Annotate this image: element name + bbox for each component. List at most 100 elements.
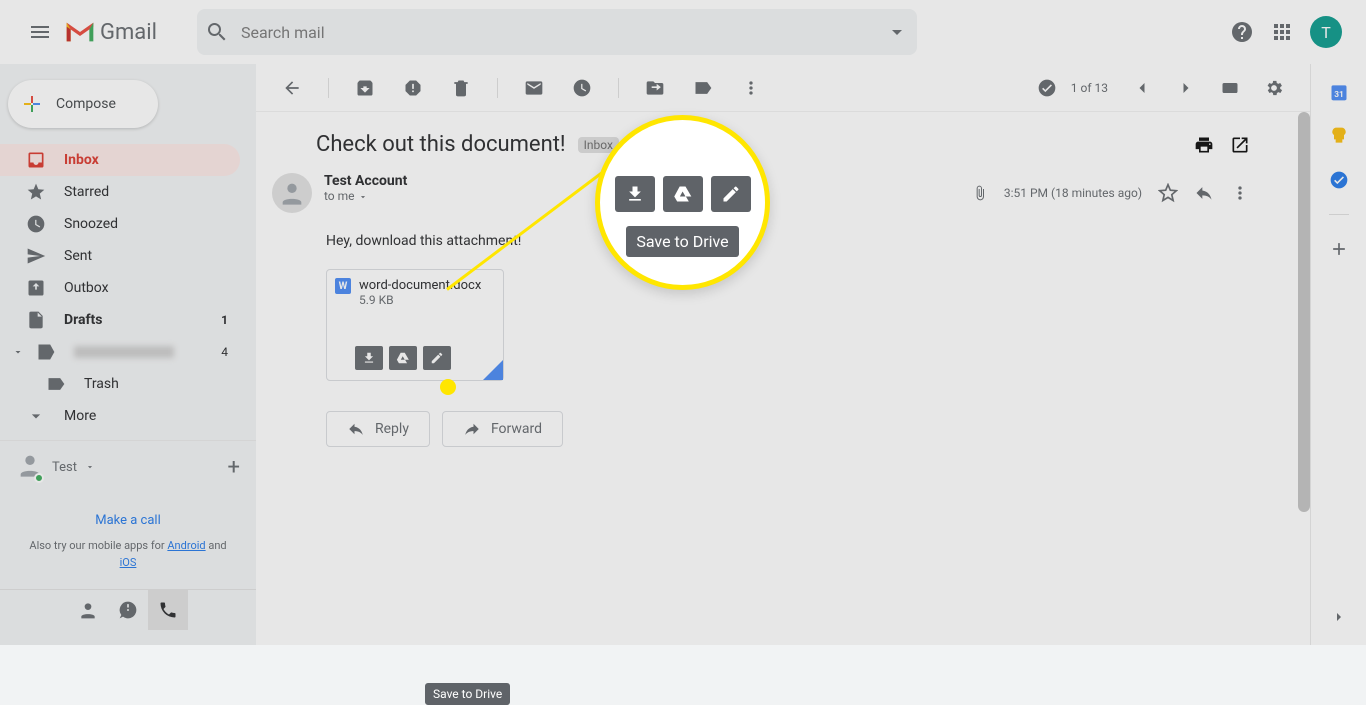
caret-down-icon	[12, 346, 24, 358]
compose-label: Compose	[56, 96, 116, 112]
app-header: Gmail T	[0, 0, 1366, 64]
side-panel: 31	[1310, 64, 1366, 645]
forward-button[interactable]: Forward	[442, 411, 563, 447]
sidebar-item-inbox[interactable]: Inbox	[0, 144, 240, 176]
more-button[interactable]	[731, 68, 771, 108]
message-toolbar: 1 of 13	[256, 64, 1310, 112]
hangouts-add-button[interactable]: +	[228, 455, 240, 480]
sidebar-item-trash[interactable]: Trash	[0, 368, 240, 400]
zoom-drive-button	[663, 176, 703, 212]
svg-text:31: 31	[1334, 90, 1344, 100]
sidebar-item-label: Starred	[64, 184, 109, 200]
labels-button[interactable]	[683, 68, 723, 108]
hangouts-phone-tab[interactable]	[148, 590, 188, 630]
scrollbar[interactable]	[1298, 112, 1310, 512]
input-tools-button[interactable]	[1210, 68, 1250, 108]
sidebar-item-starred[interactable]: Starred	[0, 176, 240, 208]
account-avatar[interactable]: T	[1310, 16, 1342, 48]
print-icon[interactable]	[1194, 135, 1214, 155]
sidebar-item-sent[interactable]: Sent	[0, 240, 240, 272]
sidebar-item-label: Outbox	[64, 280, 109, 296]
search-bar[interactable]	[197, 9, 917, 55]
tasks-icon[interactable]	[1329, 170, 1349, 190]
search-dropdown-icon[interactable]	[885, 20, 909, 44]
zoom-tooltip: Save to Drive	[626, 226, 738, 257]
android-link[interactable]: Android	[167, 539, 205, 552]
sidebar-item-label: Drafts	[64, 312, 102, 328]
delete-button[interactable]	[441, 68, 481, 108]
zoom-callout: Save to Drive	[595, 115, 770, 290]
back-button[interactable]	[272, 68, 312, 108]
keep-icon[interactable]	[1329, 126, 1349, 146]
attachment-card[interactable]: W word-document.docx 5.9 KB Save to Driv…	[326, 269, 504, 381]
search-input[interactable]	[229, 23, 885, 42]
caret-down-icon[interactable]	[85, 462, 95, 472]
attachment-drive-button[interactable]	[389, 346, 417, 370]
make-call-link[interactable]: Make a call	[0, 493, 256, 538]
hangouts-chat-tab[interactable]	[108, 590, 148, 630]
calendar-icon[interactable]: 31	[1329, 82, 1349, 102]
add-icon[interactable]	[1329, 239, 1349, 259]
email-content: 1 of 13 Check out this document! Inbox	[256, 64, 1310, 645]
sender-name: Test Account	[324, 173, 407, 189]
forward-label: Forward	[491, 421, 542, 437]
sender-to[interactable]: to me	[324, 189, 407, 203]
more-icon[interactable]	[1230, 183, 1250, 203]
ios-link[interactable]: iOS	[120, 556, 137, 569]
sender-avatar	[272, 173, 312, 213]
next-button[interactable]	[1166, 68, 1206, 108]
archive-button[interactable]	[345, 68, 385, 108]
hangouts-person-tab[interactable]	[68, 590, 108, 630]
sidebar-item-outbox[interactable]: Outbox	[0, 272, 240, 304]
message-counter: 1 of 13	[1071, 81, 1108, 95]
reply-icon[interactable]	[1194, 183, 1214, 203]
reply-button[interactable]: Reply	[326, 411, 430, 447]
hangouts-footer	[0, 589, 256, 630]
attachment-download-button[interactable]	[355, 346, 383, 370]
sidebar-item-label: More	[64, 408, 96, 424]
email-subject: Check out this document!	[316, 132, 566, 157]
menu-button[interactable]	[16, 8, 64, 56]
open-new-window-icon[interactable]	[1230, 135, 1250, 155]
attachment-filename: word-document.docx	[359, 278, 481, 293]
spam-button[interactable]	[393, 68, 433, 108]
zoom-download-button	[615, 176, 655, 212]
outbox-icon	[26, 278, 46, 298]
sidebar-item-snoozed[interactable]: Snoozed	[0, 208, 240, 240]
email-body: Hey, download this attachment!	[256, 213, 1310, 269]
settings-button[interactable]	[1254, 68, 1294, 108]
prev-button[interactable]	[1122, 68, 1162, 108]
send-icon	[26, 246, 46, 266]
sidebar-item-label: Snoozed	[64, 216, 118, 232]
move-button[interactable]	[635, 68, 675, 108]
reply-label: Reply	[375, 421, 409, 437]
label-icon	[36, 342, 56, 362]
callout-dot	[440, 379, 456, 395]
gmail-logo[interactable]: Gmail	[64, 20, 157, 45]
sidebar-item-label: Sent	[64, 248, 92, 264]
sidebar-item-more[interactable]: More	[0, 400, 240, 432]
attachment-edit-button[interactable]	[423, 346, 451, 370]
save-to-drive-tooltip: Save to Drive	[425, 683, 510, 705]
sidebar-item-category[interactable]: 4	[0, 336, 240, 368]
search-icon	[205, 20, 229, 44]
category-count: 4	[221, 345, 228, 359]
snooze-button[interactable]	[562, 68, 602, 108]
logo-text: Gmail	[100, 20, 157, 45]
hangouts-username: Test	[52, 460, 77, 475]
sidebar: Compose Inbox Starred Snoozed Sent Outbo…	[0, 64, 256, 645]
compose-button[interactable]: Compose	[8, 80, 158, 128]
mobile-apps-text: Also try our mobile apps for Android and…	[0, 538, 256, 571]
star-icon[interactable]	[1158, 183, 1178, 203]
mark-unread-button[interactable]	[514, 68, 554, 108]
inbox-icon	[26, 150, 46, 170]
drafts-icon	[26, 310, 46, 330]
clock-icon	[26, 214, 46, 234]
chevron-right-icon[interactable]	[1331, 609, 1347, 625]
label-icon	[46, 374, 66, 394]
support-icon[interactable]	[1230, 20, 1254, 44]
apps-icon[interactable]	[1270, 20, 1294, 44]
checkmark-circle-icon	[1037, 78, 1057, 98]
attachment-size: 5.9 KB	[359, 293, 481, 307]
sidebar-item-drafts[interactable]: Drafts 1	[0, 304, 240, 336]
